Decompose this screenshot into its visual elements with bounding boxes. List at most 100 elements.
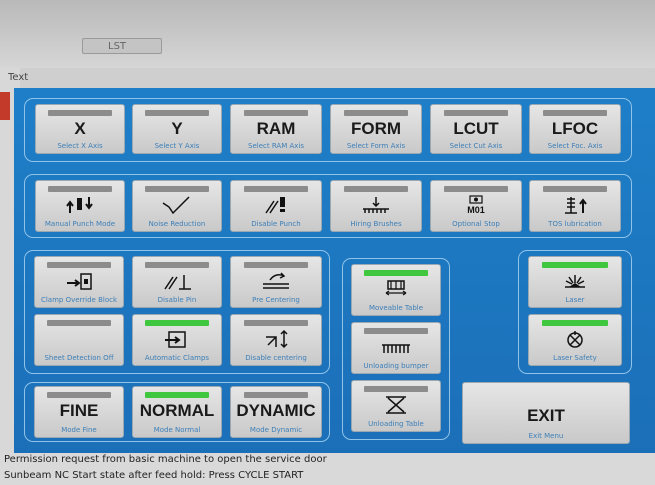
unloading-bumper-button[interactable]: Unloading bumper: [351, 322, 441, 374]
mode-fine-indicator: [47, 392, 111, 398]
hiring-brushes-button[interactable]: Hiring Brushes: [330, 180, 422, 232]
laser-safety-icon: [567, 331, 583, 348]
laser-indicator: [541, 262, 609, 268]
axis-lfoc-indicator: [542, 110, 608, 116]
exit-label: EXIT: [527, 406, 565, 425]
axis-x-label: X: [74, 119, 86, 138]
mode-dynamic-button[interactable]: DYNAMIC Mode Dynamic: [230, 386, 322, 438]
disable-centering-caption: Disable centering: [245, 354, 307, 362]
status-bar: Permission request from basic machine to…: [0, 453, 655, 485]
moveable-table-icon: [385, 280, 407, 296]
mode-dynamic-caption: Mode Dynamic: [249, 426, 303, 434]
laser-safety-indicator: [541, 320, 609, 326]
axis-lfoc-caption: Select Foc. Axis: [547, 142, 603, 150]
optional-stop-button[interactable]: M01 Optional Stop: [430, 180, 522, 232]
clamp-block-icon: [67, 273, 92, 290]
unloading-table-button[interactable]: Unloading Table: [351, 380, 441, 432]
disable-pin-button[interactable]: Disable Pin: [132, 256, 222, 308]
clamp-override-indicator: [47, 262, 111, 268]
brushes-icon: [363, 197, 389, 213]
axis-y-button[interactable]: Y Select Y Axis: [132, 104, 222, 154]
status-message-2: Sunbeam NC Start state after feed hold: …: [4, 470, 304, 481]
automatic-clamps-icon: [165, 331, 186, 348]
axis-lfoc-button[interactable]: LFOC Select Foc. Axis: [529, 104, 621, 154]
disable-pin-caption: Disable Pin: [157, 296, 197, 304]
disable-centering-indicator: [243, 320, 309, 326]
hiring-brushes-indicator: [343, 186, 409, 192]
sheet-detection-off-button[interactable]: Sheet Detection Off: [34, 314, 124, 366]
axis-form-button[interactable]: FORM Select Form Axis: [330, 104, 422, 154]
punch-mode-icon: [66, 197, 93, 213]
text-label: Text: [8, 72, 29, 83]
optional-stop-indicator: [443, 186, 509, 192]
optional-stop-caption: Optional Stop: [452, 220, 500, 228]
unloading-table-indicator: [364, 386, 428, 392]
unloading-bumper-caption: Unloading bumper: [363, 362, 429, 370]
manual-punch-mode-button[interactable]: Manual Punch Mode: [35, 180, 125, 232]
optional-stop-code: M01: [467, 205, 485, 215]
tab-lst[interactable]: LST: [82, 38, 162, 54]
disable-centering-button[interactable]: Disable centering: [230, 314, 322, 366]
clamp-override-caption: Clamp Override Block: [40, 296, 118, 304]
tos-lubrication-indicator: [542, 186, 608, 192]
hiring-brushes-caption: Hiring Brushes: [350, 220, 402, 228]
pre-centering-caption: Pre Centering: [252, 296, 300, 304]
axis-ram-indicator: [243, 110, 309, 116]
axis-lfoc-label: LFOC: [551, 119, 599, 138]
axis-ram-button[interactable]: RAM Select RAM Axis: [230, 104, 322, 154]
automatic-clamps-caption: Automatic Clamps: [144, 354, 210, 362]
automatic-clamps-button[interactable]: Automatic Clamps: [132, 314, 222, 366]
automatic-clamps-indicator: [145, 320, 209, 326]
axis-ram-label: RAM: [256, 119, 296, 138]
exit-caption: Exit Menu: [528, 432, 564, 440]
noise-reduction-caption: Noise Reduction: [148, 220, 206, 228]
axis-lcut-caption: Select Cut Axis: [449, 142, 503, 150]
unloading-bumper-icon: [382, 344, 410, 353]
axis-y-indicator: [145, 110, 209, 116]
moveable-table-button[interactable]: Moveable Table: [351, 264, 441, 316]
disable-punch-indicator: [243, 186, 309, 192]
axis-x-indicator: [48, 110, 112, 116]
laser-icon: [565, 275, 585, 288]
manual-punch-indicator: [48, 186, 112, 192]
disable-punch-button[interactable]: Disable Punch: [230, 180, 322, 232]
disable-pin-indicator: [145, 262, 209, 268]
laser-caption: Laser: [565, 296, 585, 304]
mode-normal-indicator: [145, 392, 209, 398]
optional-stop-icon: M01: [467, 195, 485, 215]
axis-form-indicator: [343, 110, 409, 116]
tos-lubrication-button[interactable]: TOS lubrication: [529, 180, 621, 232]
sheet-detection-caption: Sheet Detection Off: [44, 354, 114, 362]
disable-punch-icon: [265, 197, 285, 214]
exit-button[interactable]: EXIT Exit Menu: [462, 382, 630, 444]
clamp-override-block-button[interactable]: Clamp Override Block: [34, 256, 124, 308]
axis-form-label: FORM: [350, 119, 402, 138]
lubrication-icon: [565, 197, 587, 214]
tos-lubrication-caption: TOS lubrication: [548, 220, 602, 228]
mode-normal-label: NORMAL: [139, 401, 215, 420]
unloading-table-icon: [386, 396, 406, 414]
top-bar: LST: [0, 0, 655, 68]
sheet-detection-icon: [63, 329, 95, 349]
axis-lcut-button[interactable]: LCUT Select Cut Axis: [430, 104, 522, 154]
axis-x-button[interactable]: X Select X Axis: [35, 104, 125, 154]
machine-function-panel: X Select X Axis Y Select Y Axis RAM Sele…: [14, 88, 655, 456]
pre-centering-icon: [263, 272, 289, 289]
pre-centering-button[interactable]: Pre Centering: [230, 256, 322, 308]
laser-button[interactable]: Laser: [528, 256, 622, 308]
axis-ram-caption: Select RAM Axis: [248, 142, 304, 150]
alarm-marker: [0, 92, 10, 120]
disable-pin-icon: [164, 275, 191, 290]
axis-lcut-label: LCUT: [453, 119, 499, 138]
mode-dynamic-indicator: [243, 392, 309, 398]
mode-fine-button[interactable]: FINE Mode Fine: [34, 386, 124, 438]
laser-safety-button[interactable]: Laser Safety: [528, 314, 622, 366]
disable-punch-caption: Disable Punch: [251, 220, 301, 228]
moveable-table-indicator: [364, 270, 428, 276]
sheet-detection-indicator: [47, 320, 111, 326]
noise-reduction-button[interactable]: Noise Reduction: [132, 180, 222, 232]
axis-lcut-indicator: [443, 110, 509, 116]
laser-safety-caption: Laser Safety: [553, 354, 597, 362]
mode-normal-button[interactable]: NORMAL Mode Normal: [132, 386, 222, 438]
moveable-table-caption: Moveable Table: [368, 304, 424, 312]
